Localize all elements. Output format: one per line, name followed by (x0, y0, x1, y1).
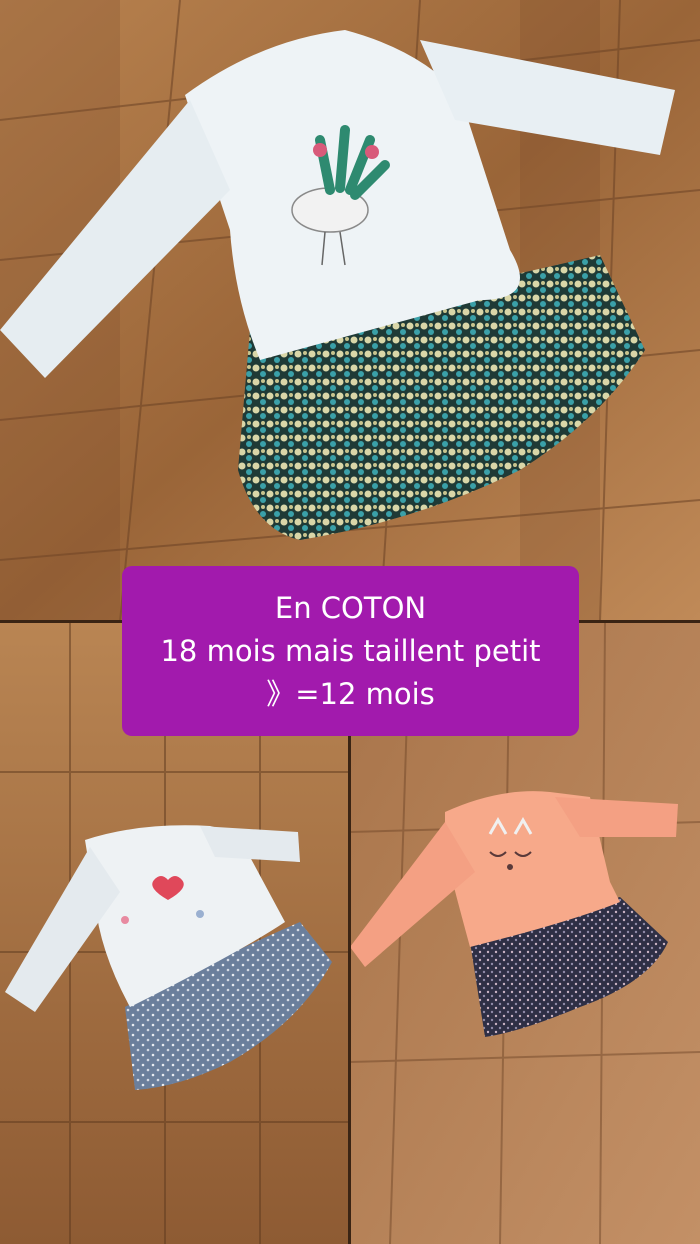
caption-line-equivalent: 》=12 mois (266, 676, 435, 711)
caption-line-material: En COTON (274, 590, 427, 625)
caption-line-size: 18 mois mais taillent petit (160, 633, 541, 668)
photo-top-dress (0, 0, 700, 622)
caption-box: En COTON 18 mois mais taillent petit 》=1… (122, 566, 579, 736)
